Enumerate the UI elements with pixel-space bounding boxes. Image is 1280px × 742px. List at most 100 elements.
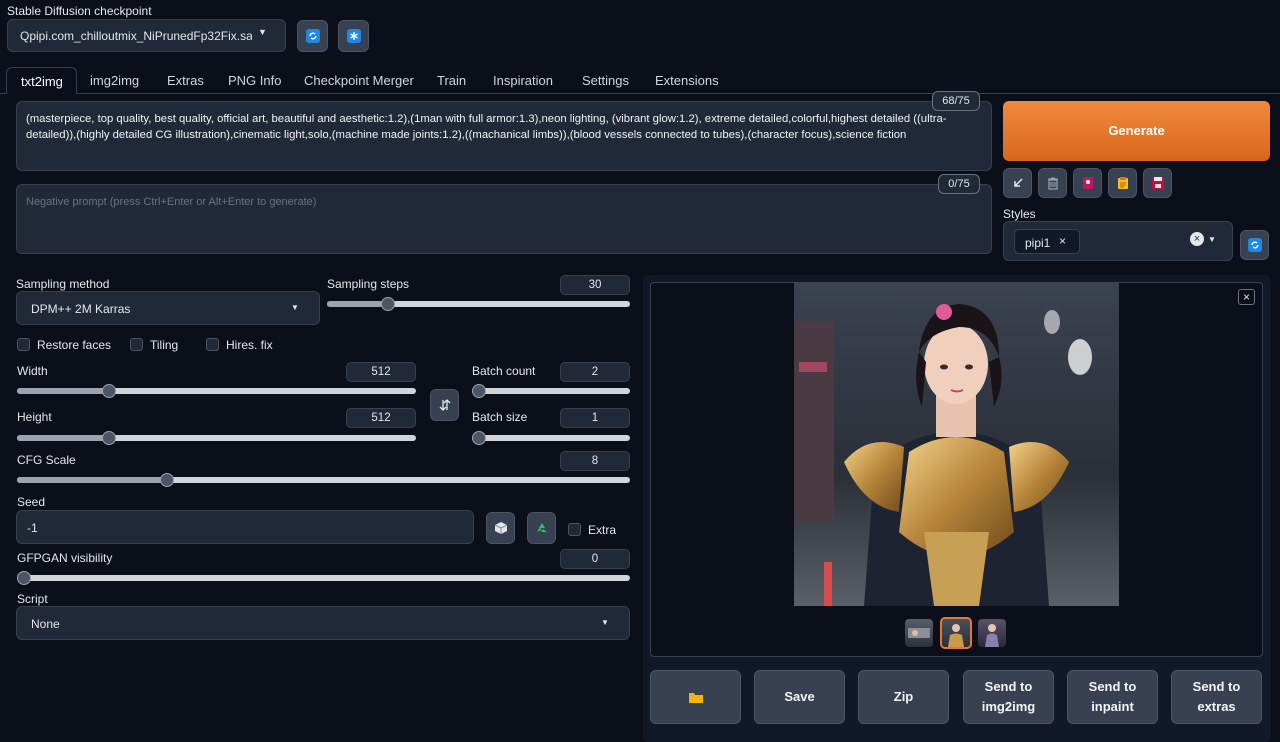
clipboard-icon [1117,177,1128,189]
swap-dimensions-button[interactable] [430,389,459,421]
slider-thumb[interactable] [472,431,486,445]
clear-styles-icon[interactable]: × [1190,232,1204,246]
tab-extras[interactable]: Extras [167,67,204,94]
prompt-token-counter: 68/75 [932,91,980,111]
chevron-down-icon: ▼ [258,27,267,37]
close-icon[interactable]: × [1238,289,1255,305]
slider-thumb[interactable] [472,384,486,398]
prompt-text: (masterpiece, top quality, best quality,… [26,113,947,141]
batch-size-slider[interactable] [472,431,630,445]
show-extra-networks-button[interactable] [1073,168,1102,198]
seed-input[interactable]: -1 [16,510,474,544]
send-to-img2img-button[interactable]: Send to img2img [963,670,1054,724]
extra-seed-checkbox[interactable] [568,523,581,536]
restore-faces-checkbox[interactable] [17,338,30,351]
styles-dropdown[interactable]: pipi1 × × ▼ [1003,221,1233,261]
width-input[interactable]: 512 [346,362,416,382]
cfg-scale-slider[interactable] [17,473,630,487]
trash-icon [1047,177,1058,190]
script-value: None [31,617,60,631]
sampling-steps-slider[interactable] [327,297,630,311]
tab-train[interactable]: Train [437,67,466,94]
thumbnail-image [948,624,964,647]
remove-style-icon[interactable]: × [1059,234,1066,248]
sampling-method-value: DPM++ 2M Karras [31,302,131,316]
gallery-thumbnail[interactable] [905,619,933,647]
random-seed-button[interactable] [486,512,515,544]
seed-value: -1 [27,521,38,535]
arrow-down-left-icon [1013,178,1023,187]
script-dropdown[interactable]: None ▼ [16,606,630,640]
checkpoint-settings-button[interactable] [338,20,369,52]
armored-woman-image [794,282,1119,606]
slider-thumb[interactable] [17,571,31,585]
cfg-scale-input[interactable]: 8 [560,451,630,471]
extra-seed-label: Extra [588,523,617,537]
hires-fix-label: Hires. fix [226,338,273,352]
gfpgan-visibility-input[interactable]: 0 [560,549,630,569]
save-style-button[interactable] [1143,168,1172,198]
batch-size-label: Batch size [472,410,528,424]
tab-extensions[interactable]: Extensions [655,67,719,94]
floppy-disk-icon [1151,177,1164,189]
checkpoint-dropdown[interactable]: Qpipi.com_chilloutmix_NiPrunedFp32Fix.sa… [7,19,286,52]
checkpoint-label: Stable Diffusion checkpoint [7,4,152,18]
tab-img2img[interactable]: img2img [90,67,139,94]
width-slider[interactable] [17,384,416,398]
folder-icon [688,693,703,703]
tab-checkpoint-merger[interactable]: Checkpoint Merger [304,67,414,94]
read-params-button[interactable] [1003,168,1032,198]
batch-count-slider[interactable] [472,384,630,398]
checkpoint-value: Qpipi.com_chilloutmix_NiPrunedFp32Fix.sa… [20,29,252,43]
refresh-icon [1247,238,1262,252]
sampling-steps-input[interactable]: 30 [560,275,630,295]
thumbnail-image [985,624,999,647]
tab-settings[interactable]: Settings [582,67,629,94]
height-label: Height [17,410,52,424]
height-input[interactable]: 512 [346,408,416,428]
apply-style-button[interactable] [1108,168,1137,198]
sampling-steps-label: Sampling steps [327,277,410,291]
sampling-method-dropdown[interactable]: DPM++ 2M Karras ▼ [16,291,320,325]
reuse-seed-button[interactable] [527,512,556,544]
slider-thumb[interactable] [101,384,116,398]
gfpgan-visibility-slider[interactable] [17,571,630,585]
negative-prompt-token-counter: 0/75 [938,174,980,194]
sampling-method-label: Sampling method [16,277,110,291]
batch-count-label: Batch count [472,364,536,378]
dice-icon [494,522,507,534]
tiling-checkbox[interactable] [130,338,143,351]
clear-prompt-button[interactable] [1038,168,1067,198]
gallery-thumbnail[interactable] [978,619,1006,647]
zip-button[interactable]: Zip [858,670,949,724]
negative-prompt-placeholder: Negative prompt (press Ctrl+Enter or Alt… [26,196,317,208]
slider-thumb[interactable] [380,297,395,311]
send-to-extras-button[interactable]: Send to extras [1171,670,1262,724]
generate-button[interactable]: Generate [1003,101,1270,161]
slider-thumb[interactable] [101,431,116,445]
height-slider[interactable] [17,431,416,445]
batch-count-input[interactable]: 2 [560,362,630,382]
chevron-down-icon: ▼ [291,303,299,312]
batch-size-input[interactable]: 1 [560,408,630,428]
slider-thumb[interactable] [160,473,175,487]
generated-image[interactable] [794,282,1119,606]
refresh-styles-button[interactable] [1240,230,1269,260]
hires-fix-checkbox[interactable] [206,338,219,351]
open-folder-button[interactable] [650,670,741,724]
width-label: Width [17,364,48,378]
seed-label: Seed [17,495,46,509]
prompt-textarea[interactable]: (masterpiece, top quality, best quality,… [16,101,992,171]
save-button[interactable]: Save [754,670,845,724]
recycle-icon [536,523,547,532]
tab-txt2img[interactable]: txt2img [6,67,77,94]
tab-inspiration[interactable]: Inspiration [493,67,553,94]
negative-prompt-textarea[interactable]: Negative prompt (press Ctrl+Enter or Alt… [16,184,992,254]
restore-faces-label: Restore faces [37,338,112,352]
gallery-thumbnail-selected[interactable] [940,617,972,649]
send-to-inpaint-button[interactable]: Send to inpaint [1067,670,1158,724]
refresh-checkpoint-button[interactable] [297,20,328,52]
tiling-label: Tiling [150,338,179,352]
cfg-scale-label: CFG Scale [17,453,76,467]
tab-png-info[interactable]: PNG Info [228,67,281,94]
